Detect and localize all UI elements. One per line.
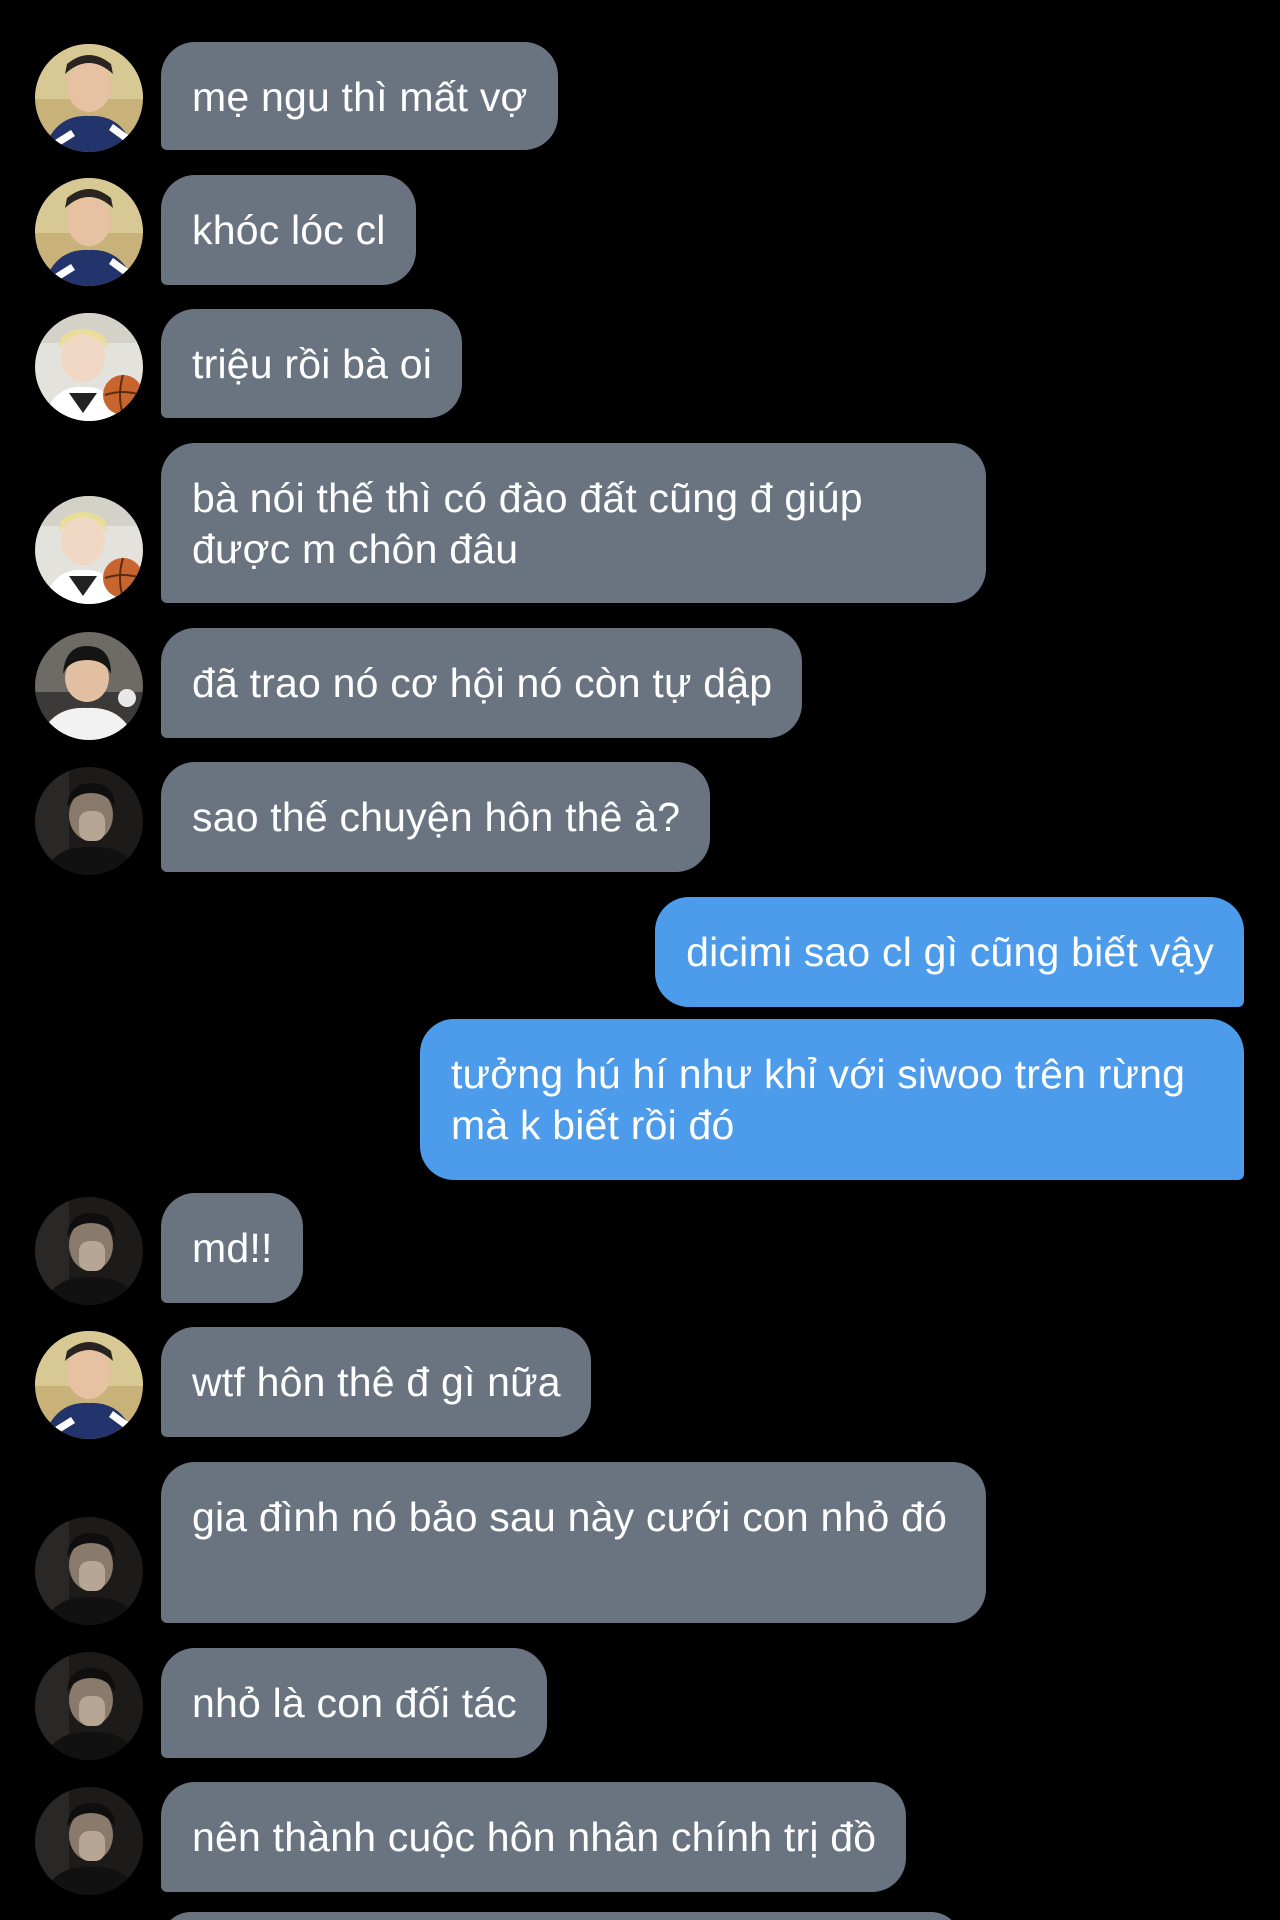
incoming-message-bubble[interactable]: nên thành cuộc hôn nhân chính trị đồ [161, 1782, 907, 1892]
incoming-message-bubble[interactable]: gia đình nó bảo sau này cưới con nhỏ đó [161, 1462, 986, 1623]
message-text: md!! [192, 1225, 273, 1271]
outgoing-message-bubble[interactable]: tưởng hú hí như khỉ với siwoo trên rừng … [420, 1019, 1244, 1180]
avatar-user-a[interactable] [35, 178, 143, 286]
avatar-user-d[interactable] [35, 1787, 143, 1895]
incoming-message-bubble[interactable]: nhỏ là con đối tác [161, 1648, 547, 1758]
avatar-user-b[interactable] [35, 313, 143, 421]
outgoing-message-bubble[interactable]: dicimi sao cl gì cũng biết vậy [655, 897, 1244, 1007]
message-text: bà nói thế thì có đào đất cũng đ giúp đư… [192, 475, 863, 572]
incoming-message-bubble[interactable]: mẹ ngu thì mất vợ [161, 42, 558, 150]
avatar-user-a[interactable] [35, 44, 143, 152]
avatar-user-b[interactable] [35, 496, 143, 604]
message-text: wtf hôn thê đ gì nữa [192, 1359, 561, 1405]
message-text: nên thành cuộc hôn nhân chính trị đồ [192, 1814, 877, 1860]
incoming-message-bubble[interactable]: đã trao nó cơ hội nó còn tự dập [161, 628, 803, 738]
message-text: nhỏ là con đối tác [192, 1680, 517, 1726]
incoming-message-bubble[interactable]: khóc lóc cl [161, 175, 416, 285]
message-text: đã trao nó cơ hội nó còn tự dập [192, 660, 773, 706]
message-text: tưởng hú hí như khỉ với siwoo trên rừng … [451, 1051, 1186, 1148]
incoming-message-bubble[interactable]: wtf hôn thê đ gì nữa [161, 1327, 591, 1437]
avatar-user-d[interactable] [35, 767, 143, 875]
avatar-user-d[interactable] [35, 1652, 143, 1760]
avatar-user-c[interactable] [35, 632, 143, 740]
message-text: mẹ ngu thì mất vợ [192, 74, 528, 120]
message-text: khóc lóc cl [192, 207, 386, 253]
message-text: dicimi sao cl gì cũng biết vậy [686, 929, 1214, 975]
incoming-message-bubble[interactable]: triệu rồi bà oi [161, 309, 463, 418]
incoming-message-bubble[interactable]: md!! [161, 1193, 303, 1303]
message-text: sao thế chuyện hôn thê à? [192, 794, 681, 840]
avatar-user-d[interactable] [35, 1517, 143, 1625]
chat-thread: mẹ ngu thì mất vợ khóc lóc cl triệu rồi … [0, 0, 1280, 1920]
avatar-user-d[interactable] [35, 1197, 143, 1305]
message-text: gia đình nó bảo sau này cưới con nhỏ đó [192, 1494, 948, 1540]
incoming-message-bubble[interactable]: bà nói thế thì có đào đất cũng đ giúp đư… [161, 443, 986, 603]
incoming-message-bubble-partial[interactable] [161, 1912, 961, 1920]
incoming-message-bubble[interactable]: sao thế chuyện hôn thê à? [161, 762, 711, 872]
message-text: triệu rồi bà oi [192, 341, 433, 387]
avatar-user-a[interactable] [35, 1331, 143, 1439]
